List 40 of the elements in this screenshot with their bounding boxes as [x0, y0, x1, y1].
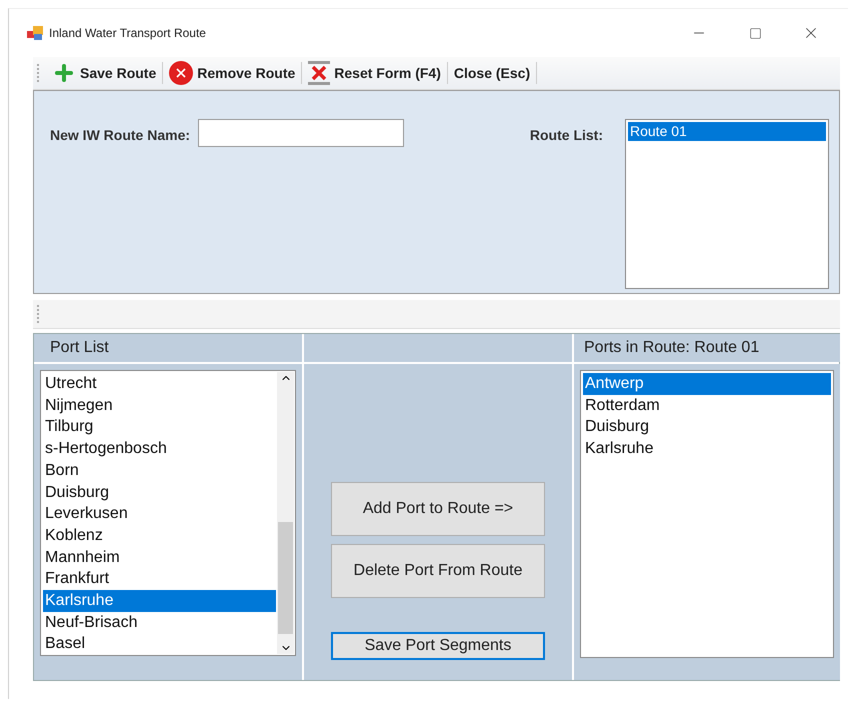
list-item[interactable]: Nijmegen — [43, 394, 276, 416]
list-item[interactable]: Koblenz — [43, 524, 276, 547]
route-listbox[interactable]: Route 01 — [625, 119, 829, 289]
scrollbar-thumb[interactable] — [278, 522, 293, 634]
port-listbox[interactable]: Utrecht Nijmegen Tilburg s-Hertogenbosch Born Duisburg Leverkusen Koblenz Mannheim Frankfurt Karlsruhe Neuf-Brisach Basel — [40, 370, 296, 656]
list-item[interactable]: Rotterdam — [583, 394, 831, 416]
toolbar-button[interactable]: Close (Esc) — [448, 60, 536, 86]
list-item[interactable]: Mannheim — [43, 546, 276, 568]
list-item[interactable]: Born — [43, 460, 276, 482]
reset-icon — [308, 61, 330, 85]
list-item[interactable]: Basel — [43, 633, 276, 656]
list-item[interactable]: Leverkusen — [43, 503, 276, 525]
window-title: Inland Water Transport Route — [49, 26, 207, 40]
maximize-icon[interactable] — [748, 26, 762, 40]
list-item[interactable]: Karlsruhe — [43, 590, 276, 612]
list-item[interactable]: Karlsruhe — [583, 438, 831, 460]
action-button[interactable]: Add Port to Route => — [331, 482, 545, 536]
route-name-field[interactable] — [198, 119, 404, 147]
list-item[interactable]: Duisburg — [43, 482, 276, 504]
column-header: Ports in Route: Route 01 — [574, 334, 840, 362]
app-icon — [27, 26, 43, 40]
list-item[interactable]: Route 01 — [628, 122, 826, 141]
list-item[interactable]: Utrecht — [43, 373, 276, 395]
list-item[interactable]: Frankfurt — [43, 568, 276, 590]
action-button[interactable]: Delete Port From Route — [331, 544, 545, 598]
list-item[interactable]: s-Hertogenbosch — [43, 438, 276, 460]
list-item[interactable]: Tilburg — [43, 416, 276, 438]
field-label: Route List: — [530, 127, 603, 145]
list-item[interactable]: Antwerp — [583, 373, 831, 395]
plus-icon — [52, 61, 76, 85]
list-item[interactable]: Duisburg — [583, 416, 831, 438]
toolbar-button[interactable]: Save Route — [46, 60, 162, 86]
remove-icon — [169, 61, 194, 85]
field-label: New IW Route Name: — [50, 127, 190, 145]
list-item[interactable]: Neuf-Brisach — [43, 612, 276, 634]
column-header: Port List — [34, 334, 302, 362]
action-button[interactable]: Save Port Segments — [331, 632, 545, 660]
toolbar-button[interactable]: Remove Route — [163, 60, 302, 86]
route-ports-listbox[interactable]: Antwerp Rotterdam Duisburg Karlsruhe — [580, 370, 834, 658]
toolbar-button[interactable]: Reset Form (F4) — [302, 60, 447, 86]
